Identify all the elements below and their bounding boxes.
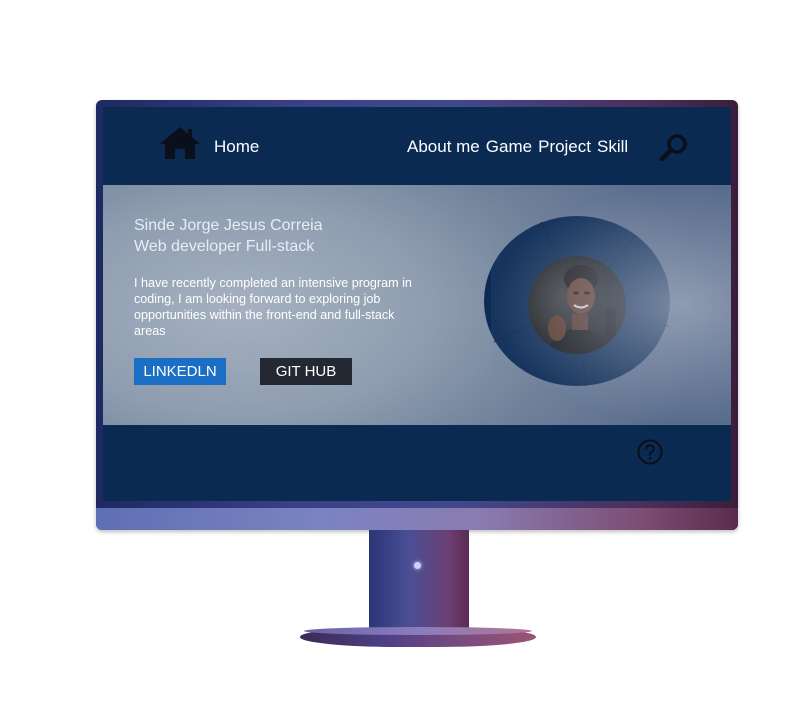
monitor-stand-neck: [369, 530, 469, 634]
hero-description: I have recently completed an intensive p…: [134, 276, 412, 338]
monitor-screen: Home About me Game Project Skill Sinde J…: [103, 107, 731, 501]
search-icon[interactable]: [659, 133, 689, 163]
nav-home-link[interactable]: Home: [214, 137, 259, 157]
linkedin-button[interactable]: LINKEDLN: [134, 358, 226, 385]
nav-link-game[interactable]: Game: [486, 137, 532, 157]
profile-photo: [484, 216, 670, 386]
nav-link-skill[interactable]: Skill: [597, 137, 628, 157]
hero-section: Sinde Jorge Jesus Correia Web developer …: [103, 185, 731, 425]
monitor-stand-base-highlight: [304, 627, 532, 635]
help-icon[interactable]: [637, 439, 663, 465]
monitor-chin: [96, 508, 738, 530]
nav-link-project[interactable]: Project: [538, 137, 591, 157]
footer-area: [103, 425, 731, 501]
nav-link-about[interactable]: About me: [407, 137, 480, 157]
hero-name: Sinde Jorge Jesus Correia: [134, 217, 323, 234]
nav-links: About me Game Project Skill: [407, 137, 628, 157]
github-button[interactable]: GIT HUB: [260, 358, 352, 385]
hero-role: Web developer Full-stack: [134, 238, 315, 255]
home-icon[interactable]: [159, 125, 201, 161]
top-nav: Home About me Game Project Skill: [103, 107, 731, 185]
power-indicator: [414, 562, 421, 569]
